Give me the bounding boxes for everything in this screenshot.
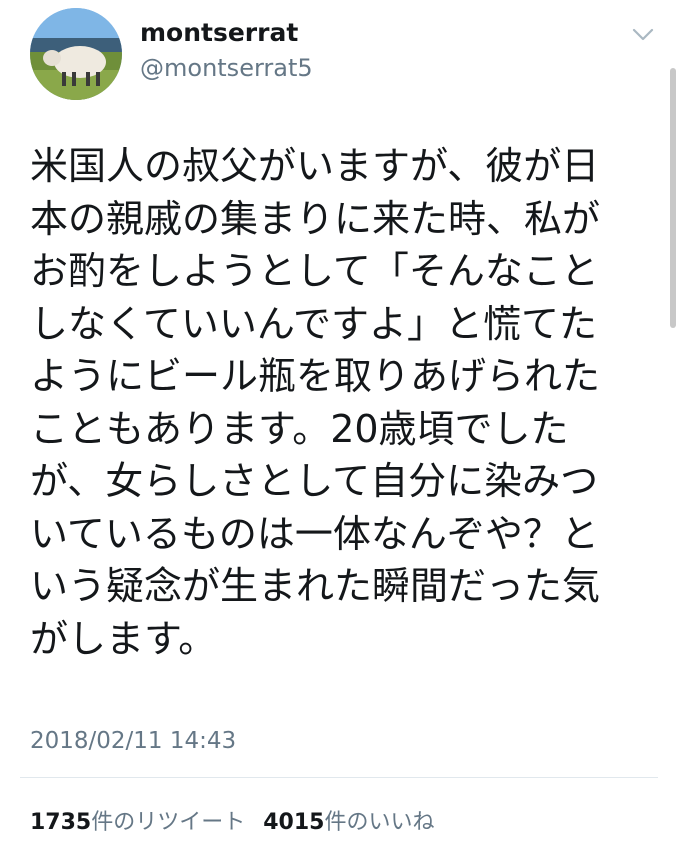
avatar[interactable] — [30, 8, 122, 100]
tweet-text-line: いう疑念が生まれた瞬間だった気 — [30, 564, 601, 608]
likes-label: 件のいいね — [324, 810, 435, 835]
likes-stat[interactable]: 4015件のいいね — [263, 810, 434, 835]
tweet-timestamp[interactable]: 2018/02/11 14:43 — [30, 728, 236, 754]
sheep-avatar-icon — [30, 8, 122, 100]
retweets-label: 件のリツイート — [91, 810, 246, 835]
tweet-text-line: しなくていいんですよ」と慌てた — [30, 301, 597, 346]
user-handle[interactable]: @montserrat5 — [140, 54, 313, 82]
tweet-text: 米国人の叔父がいますが、彼が日 本の親戚の集まりに来た時、私が お酌をしようとし… — [30, 140, 640, 665]
chevron-down-icon — [632, 28, 654, 41]
divider — [20, 777, 658, 778]
display-name[interactable]: montserrat — [140, 18, 298, 47]
likes-count: 4015 — [263, 810, 325, 835]
tweet-stats: 1735件のリツイート 4015件のいいね — [30, 804, 435, 836]
tweet-text-line: ようにビール瓶を取りあげられた — [30, 354, 601, 398]
scrollbar[interactable] — [670, 68, 676, 328]
retweets-count: 1735 — [30, 810, 92, 835]
tweet-text-line: 本の親戚の集まりに来た時、私が — [30, 196, 601, 241]
tweet-text-line: いているものは一体なんぞや？と — [30, 511, 599, 556]
tweet-text-line: がします。 — [30, 616, 217, 661]
tweet-menu-button[interactable] — [628, 26, 658, 44]
tweet-text-line: お酌をしようとして「そんなこと — [30, 249, 599, 293]
tweet-text-line: こともあります。20歳頃でした — [30, 406, 569, 451]
retweets-stat[interactable]: 1735件のリツイート — [30, 810, 245, 835]
tweet-text-line: が、女らしさとして自分に染みつ — [30, 459, 599, 503]
tweet-text-line: 米国人の叔父がいますが、彼が日 — [30, 144, 600, 188]
